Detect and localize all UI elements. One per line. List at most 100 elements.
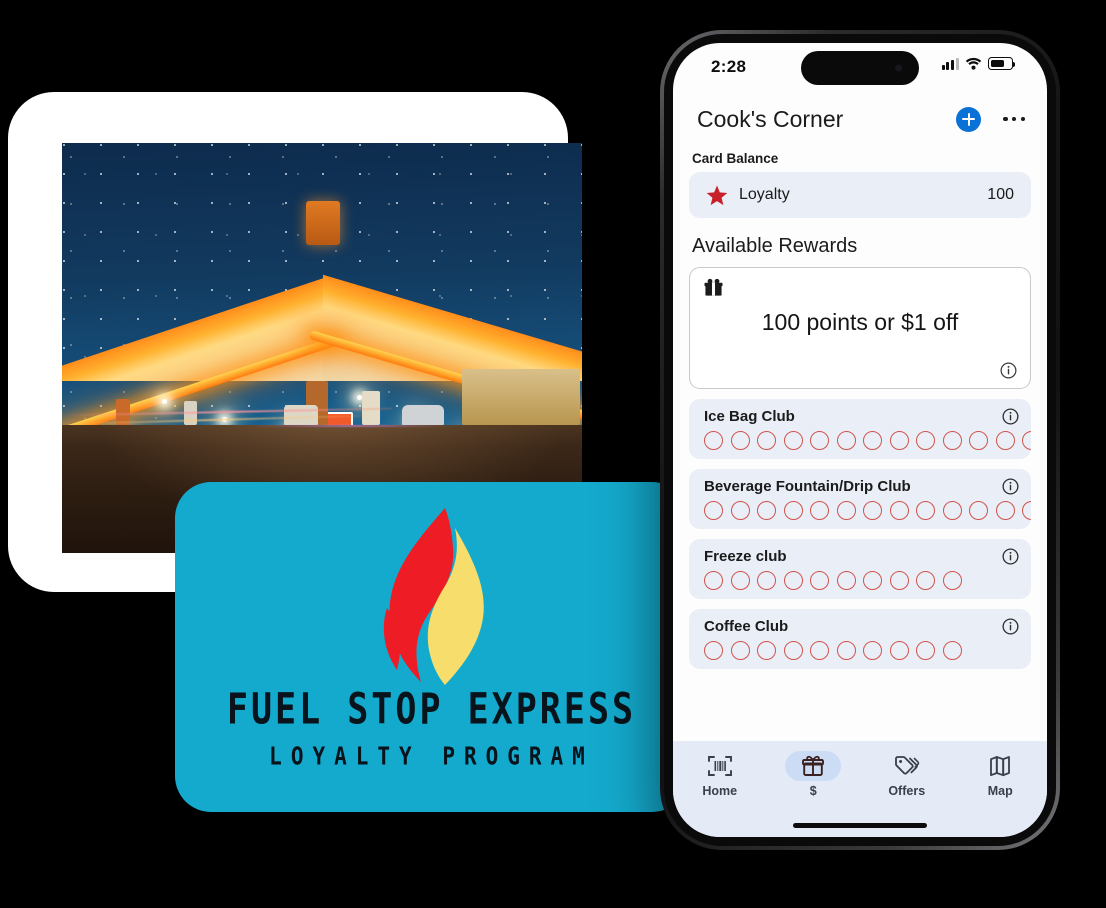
club-card[interactable]: Beverage Fountain/Drip Club [689, 469, 1031, 529]
tab-home[interactable]: Home [673, 751, 767, 798]
stamp-circle [836, 571, 856, 590]
stamp-circle [757, 501, 776, 520]
more-dot [1003, 116, 1008, 122]
info-circle-icon[interactable] [1002, 408, 1019, 425]
club-name: Ice Bag Club [704, 408, 795, 425]
balance-value: 100 [987, 186, 1014, 203]
tab-label: Map [987, 784, 1013, 798]
stamp-row [704, 571, 962, 590]
gift-icon [785, 751, 842, 781]
more-dot [1020, 116, 1025, 122]
tab-label: $ [809, 784, 817, 798]
stamp-circle [942, 571, 962, 590]
wifi-icon [965, 57, 982, 70]
tab-map[interactable]: Map [954, 751, 1048, 798]
stamp-circle [889, 641, 909, 660]
stamp-circle [969, 431, 988, 450]
flame-logo-icon [383, 508, 484, 685]
station-canopy [62, 181, 582, 439]
reward-card[interactable]: 100 points or $1 off [689, 267, 1031, 389]
iphone-mockup: 2:28 Cook's Corner Card Balance Loyalty … [660, 30, 1060, 850]
stamp-circle [810, 641, 829, 660]
stamp-circle [810, 431, 829, 450]
star-icon [706, 184, 728, 205]
tab-label: Home [702, 784, 738, 798]
stamp-circle [730, 641, 750, 660]
stamp-circle [916, 641, 935, 660]
stamp-circle [810, 501, 829, 520]
stamp-circle [730, 571, 750, 590]
stamp-circle [810, 571, 829, 590]
stamp-circle [1022, 501, 1031, 520]
club-list: Ice Bag Club Beverage Fountain/Drip Club F… [689, 399, 1031, 669]
info-circle-icon[interactable] [1002, 618, 1019, 635]
stamp-circle [889, 501, 909, 520]
available-rewards-title: Available Rewards [692, 235, 858, 257]
more-dot [1012, 116, 1017, 122]
battery-icon [988, 57, 1016, 70]
stamp-circle [942, 641, 962, 660]
stamp-circle [704, 431, 723, 450]
parked-vehicle [402, 405, 444, 425]
balance-name: Loyalty [739, 186, 790, 203]
info-circle-icon[interactable] [1000, 362, 1017, 379]
stamp-circle [783, 501, 803, 520]
stamp-circle [783, 431, 803, 450]
parked-vehicle [284, 405, 318, 425]
canopy-left-slab [62, 181, 323, 381]
stamp-circle [757, 431, 776, 450]
front-camera-icon [895, 64, 902, 72]
club-card[interactable]: Freeze club [689, 539, 1031, 599]
canopy-light [162, 399, 167, 404]
club-name: Beverage Fountain/Drip Club [704, 478, 911, 495]
status-clock: 2:28 [711, 57, 747, 76]
loyalty-program-card: FUEL STOP EXPRESS LOYALTY PROGRAM [175, 482, 688, 812]
add-card-button[interactable] [956, 106, 982, 132]
info-circle-icon[interactable] [1002, 548, 1019, 565]
light-trail [252, 425, 452, 427]
stamp-circle [757, 641, 776, 660]
brand-name: FUEL STOP EXPRESS [226, 685, 637, 735]
stamp-circle [730, 431, 750, 450]
card-balance-label: Card Balance [692, 151, 779, 166]
stamp-circle [704, 641, 723, 660]
dynamic-island [801, 51, 919, 85]
stamp-circle [704, 501, 723, 520]
phone-screen: 2:28 Cook's Corner Card Balance Loyalty … [673, 43, 1047, 837]
canopy-apex [306, 201, 340, 245]
stamp-circle [942, 501, 962, 520]
status-icons [941, 57, 1016, 70]
brand-tagline: LOYALTY PROGRAM [269, 741, 594, 771]
map-icon [972, 751, 1028, 781]
club-info-button[interactable] [1002, 478, 1019, 500]
stamp-circle [704, 571, 723, 590]
club-name: Freeze club [704, 548, 787, 565]
barcode-scan-icon [692, 751, 748, 781]
club-info-button[interactable] [1002, 408, 1019, 430]
app-content: Card Balance Loyalty 100 Available Rewar… [673, 145, 1047, 741]
tab-[interactable]: $ [767, 751, 861, 798]
stamp-circle [836, 641, 856, 660]
card-balance-row[interactable]: Loyalty 100 [689, 172, 1031, 218]
stamp-circle [863, 431, 882, 450]
more-options-button[interactable] [1003, 116, 1025, 122]
club-info-button[interactable] [1002, 548, 1019, 570]
stamp-row [704, 641, 962, 660]
stamp-circle [783, 641, 803, 660]
club-card[interactable]: Ice Bag Club [689, 399, 1031, 459]
stamp-circle [783, 571, 803, 590]
tab-offers[interactable]: Offers [860, 751, 954, 798]
club-card[interactable]: Coffee Club [689, 609, 1031, 669]
home-indicator [793, 823, 927, 828]
stamp-circle [916, 501, 935, 520]
info-circle-icon[interactable] [1002, 478, 1019, 495]
stamp-circle [836, 501, 856, 520]
tags-icon [879, 751, 935, 781]
tab-label: Offers [888, 784, 926, 798]
stamp-circle [863, 571, 882, 590]
page-title: Cook's Corner [697, 105, 844, 132]
club-info-button[interactable] [1002, 618, 1019, 640]
stamp-circle [889, 571, 909, 590]
stamp-row [704, 501, 1031, 520]
stamp-circle [942, 431, 962, 450]
